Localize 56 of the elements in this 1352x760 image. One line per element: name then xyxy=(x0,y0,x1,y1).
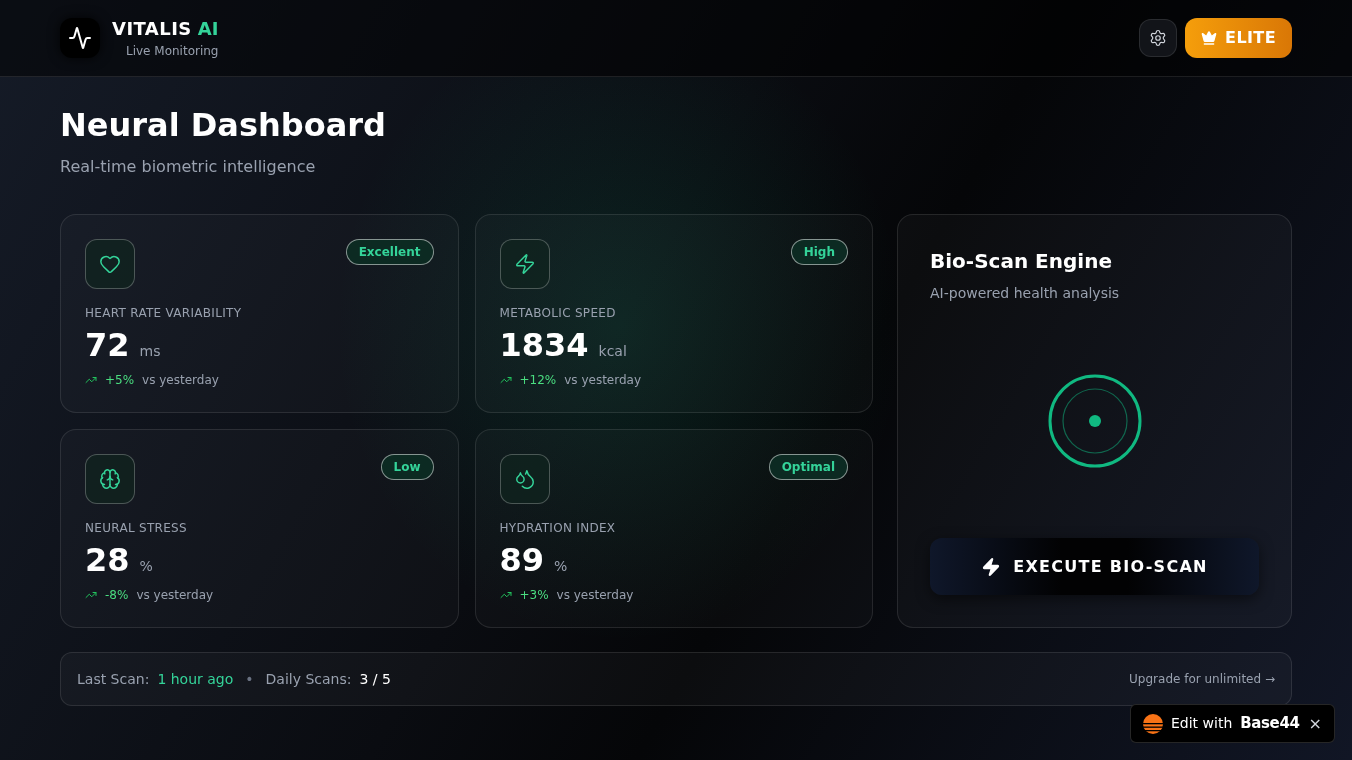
metric-unit: ms xyxy=(139,342,161,361)
metric-label: HEART RATE VARIABILITY xyxy=(85,305,242,321)
scanner-target-icon xyxy=(1047,373,1142,468)
metric-label: HYDRATION INDEX xyxy=(499,520,616,536)
trend-up-icon xyxy=(499,374,512,386)
metric-unit: % xyxy=(554,557,568,576)
status-value: 1 hour ago xyxy=(157,669,234,689)
metric-change: -8% xyxy=(105,587,129,603)
trend-up-icon xyxy=(85,374,97,386)
status-label: Daily Scans: xyxy=(265,669,352,689)
metric-comparison: vs yesterday xyxy=(564,372,642,388)
upgrade-link[interactable]: Upgrade for unlimited → xyxy=(1129,670,1275,688)
metric-value: 72 xyxy=(85,325,130,365)
brain-icon xyxy=(85,454,135,504)
metric-change: +3% xyxy=(519,587,549,603)
trend-up-icon xyxy=(499,589,512,601)
crown-icon xyxy=(1201,30,1218,46)
separator-dot: • xyxy=(245,669,254,689)
metric-change: +12% xyxy=(519,372,557,388)
execute-scan-button[interactable]: EXECUTE BIO-SCAN xyxy=(930,538,1259,595)
metric-unit: % xyxy=(139,557,153,576)
metric-value: 1834 xyxy=(499,325,589,365)
brand-subtitle: Live Monitoring xyxy=(125,43,219,59)
droplets-icon xyxy=(499,454,550,504)
metric-comparison: vs yesterday xyxy=(556,587,634,603)
metric-label: NEURAL STRESS xyxy=(85,520,187,536)
metric-comparison: vs yesterday xyxy=(136,587,214,603)
metric-value: 89 xyxy=(499,540,545,580)
metric-value: 28 xyxy=(85,540,130,580)
metric-change: +5% xyxy=(105,372,135,388)
status-badge: Low xyxy=(380,454,434,480)
settings-button[interactable] xyxy=(1139,19,1178,57)
brand-accent: AI xyxy=(197,17,219,41)
lightning-icon xyxy=(499,239,550,289)
status-label: Last Scan: xyxy=(77,669,150,689)
lightning-icon xyxy=(981,556,1002,577)
page-title: Neural Dashboard xyxy=(60,105,387,145)
brand-wordmark: Base44 xyxy=(1240,713,1300,735)
edit-badge[interactable]: Edit with Base44 × xyxy=(1130,704,1335,743)
page-subtitle: Real-time biometric intelligence xyxy=(60,156,317,178)
metric-unit: kcal xyxy=(598,342,627,361)
status-badge: High xyxy=(790,239,848,265)
sun-stripes-logo-icon xyxy=(1143,713,1163,734)
pulse-logo-icon xyxy=(60,18,100,58)
settings-icon xyxy=(1149,29,1168,47)
status-badge: Optimal xyxy=(768,454,848,480)
close-button[interactable]: × xyxy=(1308,715,1322,732)
edit-with-text: Edit with xyxy=(1171,714,1233,733)
status-value: 3 / 5 xyxy=(359,669,391,689)
panel-subtitle: AI-powered health analysis xyxy=(930,284,1121,303)
panel-title: Bio-Scan Engine xyxy=(930,248,1113,275)
trend-up-icon xyxy=(85,589,97,601)
brand-name: VITALIS xyxy=(112,17,192,41)
metric-comparison: vs yesterday xyxy=(142,372,219,388)
status-badge: Excellent xyxy=(345,239,434,265)
metric-label: METABOLIC SPEED xyxy=(499,305,616,321)
